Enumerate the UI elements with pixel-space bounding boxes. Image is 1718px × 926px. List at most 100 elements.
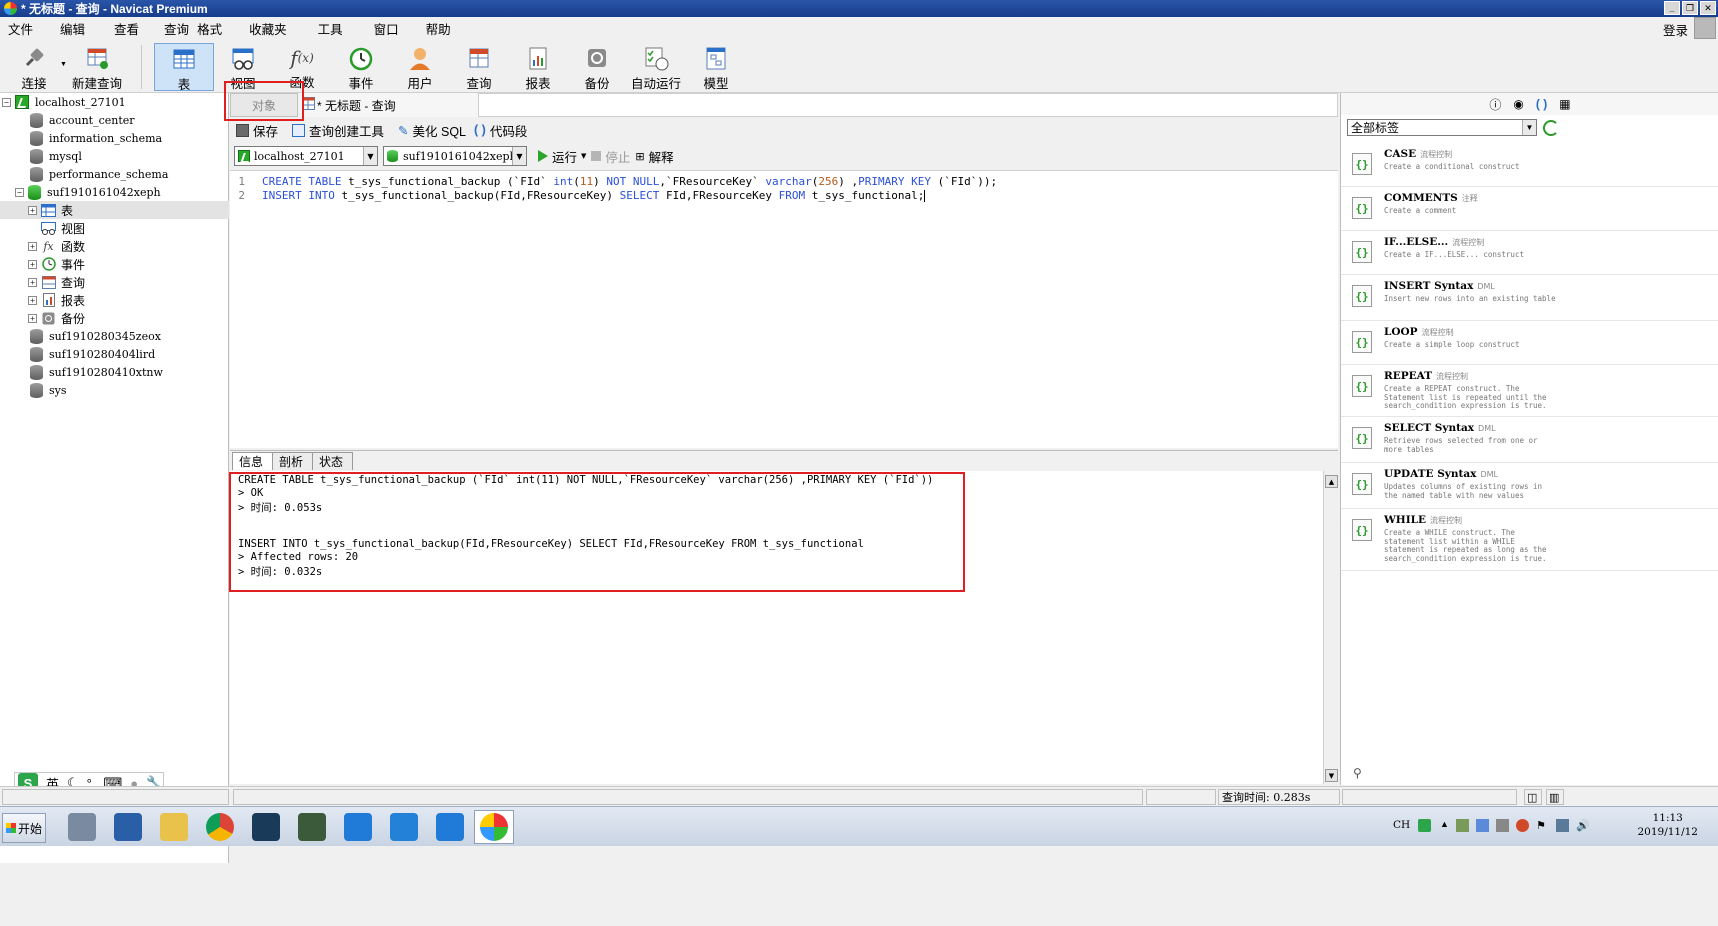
taskbar-app-explorer[interactable] xyxy=(154,810,194,844)
tree-db-open[interactable]: − suf1910161042xeph xyxy=(0,183,229,201)
tree-item-tables[interactable]: + 表 xyxy=(0,201,229,219)
taskbar-app-terminal[interactable] xyxy=(292,810,332,844)
expand-icon[interactable]: + xyxy=(28,313,37,323)
tag-filter-select[interactable]: 全部标签 ▼ xyxy=(1347,119,1537,136)
tree-item-events[interactable]: + 事件 xyxy=(0,255,229,273)
expand-icon[interactable]: + xyxy=(28,241,37,251)
database-select[interactable]: suf1910161042xeph ▼ xyxy=(383,146,527,166)
refresh-icon[interactable] xyxy=(1543,120,1559,136)
avatar[interactable] xyxy=(1694,17,1716,39)
chevron-down-icon[interactable]: ▼ xyxy=(363,147,377,165)
expand-icon[interactable]: + xyxy=(28,205,37,215)
preview-icon[interactable]: ◉ xyxy=(1513,97,1523,111)
volume-icon[interactable]: 🔊 xyxy=(1576,819,1590,832)
code-snippet-button[interactable]: ( ) 代码段 xyxy=(474,121,527,140)
panel-split-icon[interactable]: ▥ xyxy=(1546,789,1564,805)
tree-db-zeox[interactable]: suf1910280345zeox xyxy=(0,327,229,345)
minimize-button[interactable]: _ xyxy=(1664,1,1680,15)
snippet-item[interactable]: {} WHILE 流程控制 Create a WHILE construct. T… xyxy=(1341,509,1718,571)
explain-button[interactable]: ⊞ 解释 xyxy=(635,147,673,166)
expand-icon[interactable]: + xyxy=(28,259,37,269)
taskbar-app-kuaiyun-2[interactable] xyxy=(430,810,470,844)
info-icon[interactable]: ⓘ xyxy=(1489,96,1501,113)
user-button[interactable]: 用户 xyxy=(390,43,450,91)
event-button[interactable]: 事件 xyxy=(331,43,391,91)
tab-status[interactable]: 状态 xyxy=(312,452,354,470)
menu-edit[interactable]: 编辑 xyxy=(46,19,98,38)
menu-tools[interactable]: 工具 xyxy=(300,19,356,38)
chevron-down-icon[interactable]: ▼ xyxy=(512,147,526,165)
scroll-up-icon[interactable]: ▲ xyxy=(1325,475,1338,488)
menu-format[interactable]: 格式 xyxy=(193,19,235,38)
table-button[interactable]: 表 xyxy=(154,43,214,92)
backup-button[interactable]: 备份 xyxy=(567,43,627,91)
taskbar-app-kuaiyun[interactable] xyxy=(338,810,378,844)
output-scrollbar[interactable]: ▲ ▼ xyxy=(1323,471,1338,784)
security-icon[interactable] xyxy=(1516,819,1529,832)
snippet-item[interactable]: {} SELECT Syntax DML Retrieve rows select… xyxy=(1341,417,1718,463)
snippet-item[interactable]: {} UPDATE Syntax DML Updates columns of e… xyxy=(1341,463,1718,509)
menu-query[interactable]: 查询 xyxy=(152,19,193,38)
tree-db-information-schema[interactable]: information_schema xyxy=(0,129,229,147)
run-button[interactable]: 运行 ▼ xyxy=(538,147,586,166)
start-button[interactable]: 开始 xyxy=(2,813,46,843)
search-icon[interactable]: ⚲ xyxy=(1353,766,1362,780)
menu-help[interactable]: 帮助 xyxy=(412,19,464,38)
monitor-icon[interactable] xyxy=(1496,819,1509,832)
sogou-tray-icon[interactable] xyxy=(1418,819,1431,832)
menu-window[interactable]: 窗口 xyxy=(356,19,412,38)
expand-icon[interactable]: + xyxy=(28,295,37,305)
tray-arrow-icon[interactable]: ▲ xyxy=(1440,819,1453,832)
tree-item-functions[interactable]: + fx 函数 xyxy=(0,237,229,255)
tree-db-account-center[interactable]: account_center xyxy=(0,111,229,129)
clock[interactable]: 11:13 2019/11/12 xyxy=(1637,811,1698,839)
snippet-item[interactable]: {} LOOP 流程控制 Create a simple loop constru… xyxy=(1341,321,1718,365)
tree-item-reports[interactable]: + 报表 xyxy=(0,291,229,309)
network-icon[interactable] xyxy=(1456,819,1469,832)
tree-db-lird[interactable]: suf1910280404lird xyxy=(0,345,229,363)
connect-button[interactable]: 连接 xyxy=(4,43,64,91)
collapse-icon[interactable]: − xyxy=(15,187,24,197)
query-button[interactable]: 查询 xyxy=(449,43,509,91)
flag-icon[interactable]: ⚑ xyxy=(1536,819,1549,832)
menu-favorites[interactable]: 收藏夹 xyxy=(235,19,300,38)
scroll-down-icon[interactable]: ▼ xyxy=(1325,769,1338,782)
report-button[interactable]: 报表 xyxy=(508,43,568,91)
screen-icon[interactable] xyxy=(1556,819,1569,832)
restore-button[interactable]: ❐ xyxy=(1682,1,1698,15)
tab-profile[interactable]: 剖析 xyxy=(272,452,314,470)
tab-message[interactable]: 信息 xyxy=(232,452,274,470)
login-link[interactable]: 登录 xyxy=(1663,20,1688,39)
model-button[interactable]: 模型 xyxy=(686,43,746,91)
snippet-item[interactable]: {} CASE 流程控制 Create a conditional constru… xyxy=(1341,143,1718,187)
snippet-item[interactable]: {} REPEAT 流程控制 Create a REPEAT construct.… xyxy=(1341,365,1718,417)
connection-select[interactable]: localhost_27101 ▼ xyxy=(234,146,378,166)
tree-item-views[interactable]: 视图 xyxy=(0,219,229,237)
panel-layout-icon[interactable]: ◫ xyxy=(1524,789,1542,805)
taskbar-app-k[interactable] xyxy=(246,810,286,844)
braces-icon[interactable]: ( ) xyxy=(1536,97,1547,111)
sql-editor[interactable]: 1 CREATE TABLE t_sys_functional_backup (`… xyxy=(230,170,1338,448)
taskbar-app-vscode[interactable] xyxy=(384,810,424,844)
stop-button[interactable]: 停止 xyxy=(591,147,630,166)
query-builder-button[interactable]: 查询创建工具 xyxy=(292,121,384,140)
expand-icon[interactable]: + xyxy=(28,277,37,287)
tree-item-queries[interactable]: + 查询 xyxy=(0,273,229,291)
beautify-sql-button[interactable]: ✎ 美化 SQL xyxy=(398,121,466,140)
taskbar-app-chrome[interactable] xyxy=(200,810,240,844)
collapse-icon[interactable]: − xyxy=(2,97,11,107)
tree-db-performance-schema[interactable]: performance_schema xyxy=(0,165,229,183)
tab-query[interactable]: * 无标题 - 查询 xyxy=(300,93,478,117)
run-dropdown-icon[interactable]: ▼ xyxy=(581,152,586,160)
taskbar-app-powershell[interactable] xyxy=(108,810,148,844)
tree-db-mysql[interactable]: mysql xyxy=(0,147,229,165)
tree-item-backups[interactable]: + 备份 xyxy=(0,309,229,327)
auto-run-button[interactable]: 自动运行 xyxy=(626,43,686,91)
new-query-button[interactable]: 新建查询 xyxy=(67,43,127,91)
connect-dropdown-icon[interactable]: ▼ xyxy=(60,61,67,68)
app-tray-icon[interactable] xyxy=(1476,819,1489,832)
snippet-item[interactable]: {} INSERT Syntax DML Insert new rows into… xyxy=(1341,275,1718,321)
grid-icon[interactable]: ▦ xyxy=(1559,97,1570,111)
tree-connection[interactable]: − localhost_27101 xyxy=(0,93,229,111)
snippet-item[interactable]: {} IF...ELSE... 流程控制 Create a IF...ELSE..… xyxy=(1341,231,1718,275)
